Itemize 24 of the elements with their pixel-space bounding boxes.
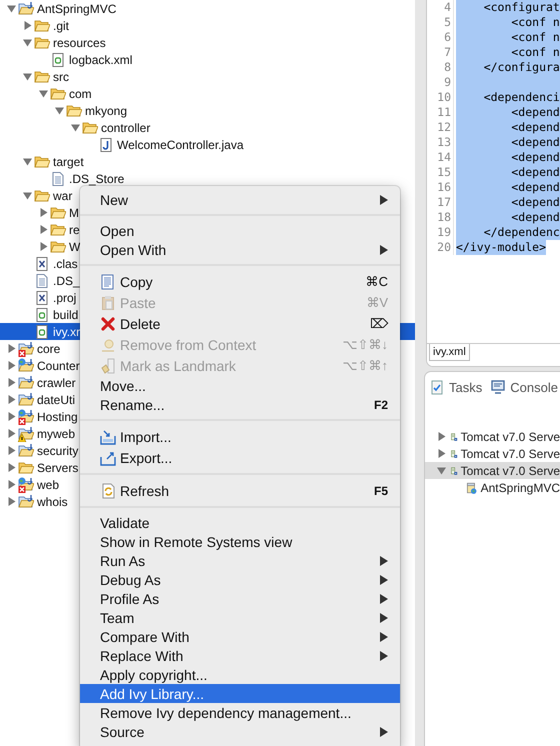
line-number: 12 (427, 120, 454, 135)
shortcut-label: ⌘C (366, 274, 388, 289)
line-number: 17 (427, 195, 454, 210)
line-number: 18 (427, 210, 454, 225)
shortcut-label: F5 (374, 484, 388, 498)
line-number: 14 (427, 150, 454, 165)
line-number: 9 (427, 75, 454, 90)
shortcut-label: ⌥⇧⌘↑ (342, 358, 388, 373)
shortcut-label: F2 (374, 398, 388, 412)
line-number: 16 (427, 180, 454, 195)
line-number: 13 (427, 135, 454, 150)
line-number: 4 (427, 0, 454, 15)
line-number: 19 (427, 225, 454, 240)
line-number: 7 (427, 45, 454, 60)
line-number: 5 (427, 15, 454, 30)
line-number: 20 (427, 240, 454, 255)
shortcut-label: ⌘V (366, 295, 388, 310)
shortcut-label: ⌥⇧⌘↓ (342, 337, 388, 352)
line-number: 8 (427, 60, 454, 75)
line-number: 11 (427, 105, 454, 120)
line-number: 6 (427, 30, 454, 45)
shortcut-label: ⌦ (370, 316, 388, 331)
line-number: 10 (427, 90, 454, 105)
line-number: 15 (427, 165, 454, 180)
